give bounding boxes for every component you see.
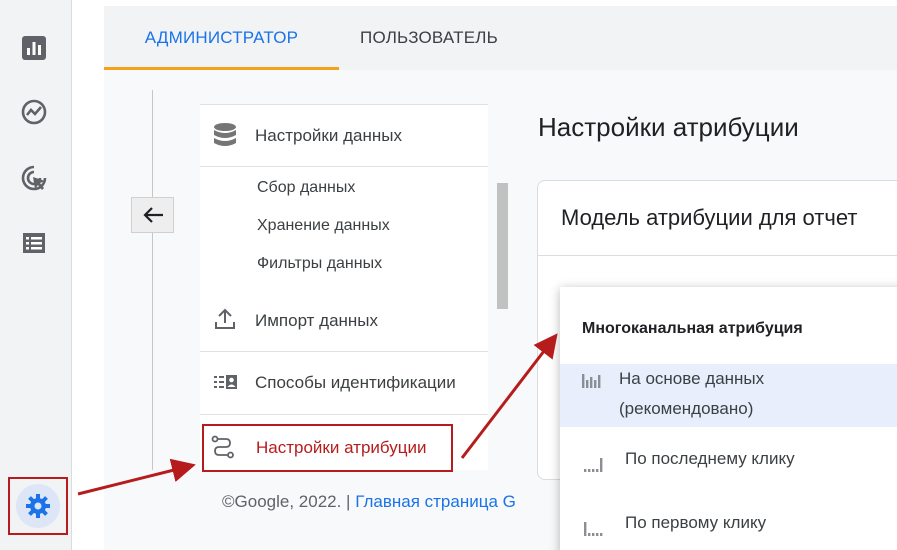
divider bbox=[538, 255, 897, 256]
arrow-left-icon bbox=[142, 207, 163, 223]
database-icon bbox=[212, 122, 238, 148]
submenu-data-filters[interactable]: Фильтры данных bbox=[257, 255, 382, 273]
option-label: По первому клику bbox=[625, 513, 767, 532]
menu-scrollbar-thumb[interactable] bbox=[497, 183, 508, 309]
divider bbox=[200, 104, 488, 105]
menu-item-data-import[interactable]: Импорт данных bbox=[200, 304, 488, 334]
admin-settings-highlight bbox=[8, 477, 68, 535]
left-nav-rail bbox=[0, 0, 72, 550]
menu-item-label: Настройки атрибуции bbox=[256, 438, 427, 457]
footer-copyright: ©Google, 2022. | bbox=[222, 492, 356, 511]
menu-item-label: Импорт данных bbox=[255, 311, 379, 330]
card-title: Модель атрибуции для отчет bbox=[561, 205, 858, 230]
option-label: На основе данных bbox=[619, 369, 765, 388]
option-sublabel: (рекомендовано) bbox=[619, 399, 754, 418]
submenu-data-retention[interactable]: Хранение данных bbox=[257, 217, 390, 235]
divider bbox=[200, 414, 488, 415]
attribution-model-dropdown: Многоканальная атрибуция На основе данны… bbox=[560, 287, 897, 550]
back-button[interactable] bbox=[131, 197, 174, 233]
bars-first-click-icon bbox=[584, 521, 604, 541]
reports-icon[interactable] bbox=[19, 33, 49, 63]
menu-item-attribution-settings[interactable]: Настройки атрибуции bbox=[202, 424, 453, 472]
advertising-icon[interactable] bbox=[19, 163, 49, 193]
divider bbox=[200, 351, 488, 352]
option-label: По последнему клику bbox=[625, 449, 795, 468]
bars-data-driven-icon bbox=[582, 373, 602, 393]
attribution-path-icon bbox=[210, 435, 236, 466]
page-title: Настройки атрибуции bbox=[538, 112, 799, 142]
menu-item-data-settings[interactable]: Настройки данных bbox=[200, 120, 488, 150]
menu-item-label: Настройки данных bbox=[255, 126, 402, 145]
submenu-data-collection[interactable]: Сбор данных bbox=[257, 179, 355, 197]
bars-last-click-icon bbox=[584, 457, 604, 477]
option-data-driven[interactable]: На основе данных (рекомендовано) bbox=[560, 364, 897, 427]
column-divider bbox=[152, 90, 153, 470]
dropdown-group-header: Многоканальная атрибуция bbox=[582, 320, 803, 337]
footer: ©Google, 2022. | Главная страница G bbox=[222, 492, 516, 512]
gear-icon[interactable] bbox=[16, 484, 60, 528]
option-first-click[interactable]: По первому клику bbox=[560, 508, 897, 540]
option-last-click[interactable]: По последнему клику bbox=[560, 444, 897, 476]
tab-admin[interactable]: АДМИНИСТРАТОР bbox=[104, 6, 339, 70]
tab-user[interactable]: ПОЛЬЗОВАТЕЛЬ bbox=[339, 6, 519, 70]
admin-nav-menu: Настройки данных Сбор данных Хранение да… bbox=[200, 104, 488, 470]
footer-home-link[interactable]: Главная страница G bbox=[355, 492, 516, 511]
configure-icon[interactable] bbox=[19, 228, 49, 258]
identity-icon bbox=[212, 369, 238, 395]
upload-icon bbox=[212, 306, 238, 332]
explore-icon[interactable] bbox=[19, 97, 49, 127]
menu-item-label: Способы идентификации bbox=[255, 373, 456, 392]
menu-item-reporting-identity[interactable]: Способы идентификации bbox=[200, 366, 488, 396]
divider bbox=[200, 166, 488, 167]
tab-bar: АДМИНИСТРАТОР ПОЛЬЗОВАТЕЛЬ bbox=[104, 6, 897, 70]
